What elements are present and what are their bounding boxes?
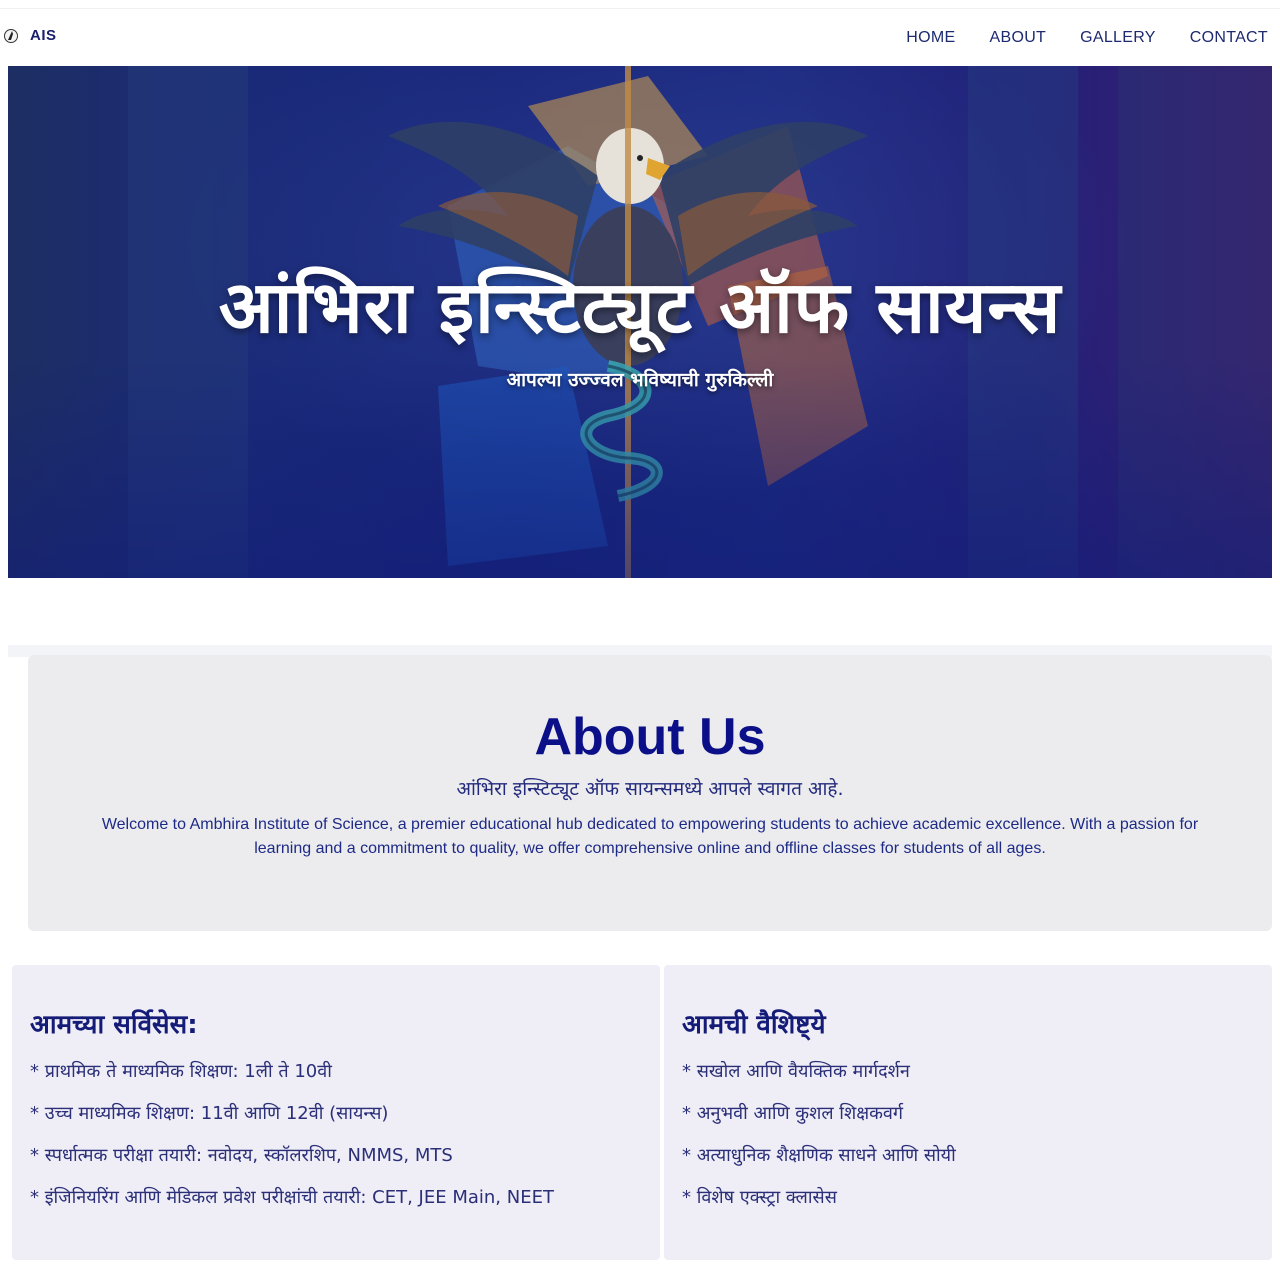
- top-navbar: AIS HOME ABOUT GALLERY CONTACT: [0, 8, 1280, 67]
- about-subtitle: आंभिरा इन्स्टिट्यूट ऑफ सायन्समध्ये आपले …: [456, 778, 844, 800]
- hero-title: आंभिरा इन्स्टिट्यूट ऑफ सायन्स: [218, 265, 1062, 349]
- features-title: आमची वैशिष्ट्ये: [682, 1010, 826, 1040]
- list-item: * स्पर्धात्मक परीक्षा तयारी: नवोदय, स्कॉ…: [30, 1145, 453, 1166]
- list-item: * विशेष एक्स्ट्रा क्लासेस: [682, 1187, 837, 1208]
- about-section: About Us आंभिरा इन्स्टिट्यूट ऑफ सायन्समध…: [28, 655, 1272, 931]
- hero-banner: आंभिरा इन्स्टिट्यूट ऑफ सायन्स आपल्या उज्…: [8, 66, 1272, 578]
- nav-menu: HOME ABOUT GALLERY CONTACT: [906, 29, 1268, 47]
- nav-gallery-link[interactable]: GALLERY: [1080, 29, 1156, 47]
- logo[interactable]: AIS: [4, 27, 57, 44]
- list-item: * अत्याधुनिक शैक्षणिक साधने आणि सोयी: [682, 1145, 956, 1166]
- list-item: * उच्च माध्यमिक शिक्षण: 11वी आणि 12वी (स…: [30, 1103, 389, 1124]
- features-list: * सखोल आणि वैयक्तिक मार्गदर्शन * अनुभवी …: [682, 1060, 956, 1228]
- nav-home-link[interactable]: HOME: [906, 29, 955, 47]
- services-card: आमच्या सर्विसेस: * प्राथमिक ते माध्यमिक …: [12, 965, 660, 1260]
- features-card: आमची वैशिष्ट्ये * सखोल आणि वैयक्तिक मार्…: [664, 965, 1272, 1260]
- list-item: * इंजिनियरिंग आणि मेडिकल प्रवेश परीक्षां…: [30, 1187, 554, 1208]
- services-title: आमच्या सर्विसेस:: [30, 1010, 198, 1040]
- logo-text: AIS: [30, 27, 57, 44]
- about-title: About Us: [534, 708, 766, 766]
- list-item: * सखोल आणि वैयक्तिक मार्गदर्शन: [682, 1061, 910, 1082]
- services-list: * प्राथमिक ते माध्यमिक शिक्षण: 1ली ते 10…: [30, 1060, 554, 1228]
- nav-contact-link[interactable]: CONTACT: [1190, 29, 1268, 47]
- nav-about-link[interactable]: ABOUT: [990, 29, 1047, 47]
- about-description: Welcome to Ambhira Institute of Science,…: [101, 816, 1199, 857]
- eagle-logo-icon: [4, 28, 18, 44]
- list-item: * प्राथमिक ते माध्यमिक शिक्षण: 1ली ते 10…: [30, 1061, 332, 1082]
- list-item: * अनुभवी आणि कुशल शिक्षकवर्ग: [682, 1103, 904, 1124]
- hero-subtitle: आपल्या उज्ज्वल भविष्याची गुरुकिल्ली: [506, 369, 774, 391]
